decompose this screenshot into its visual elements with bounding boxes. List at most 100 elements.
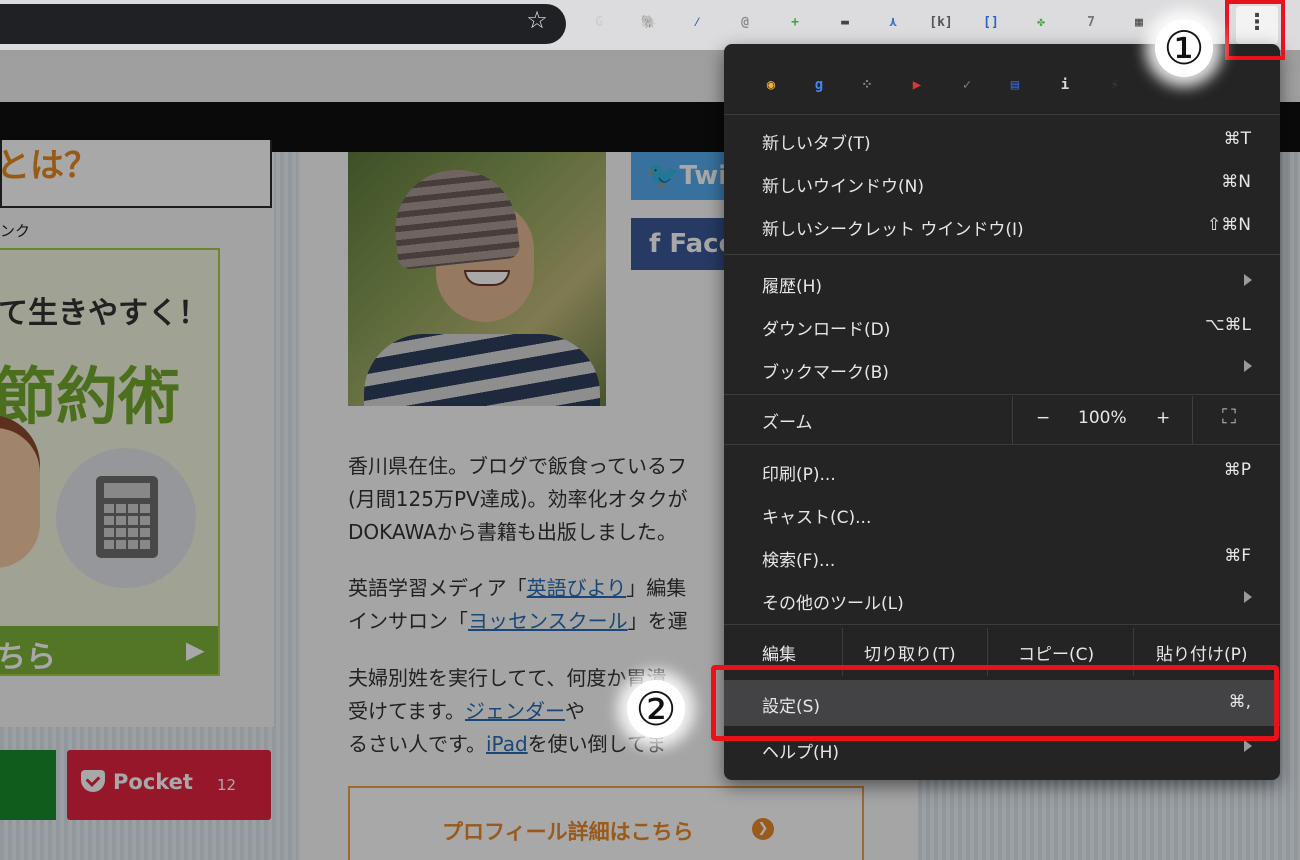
banner-cta-label: ちら bbox=[0, 640, 56, 675]
menu-item[interactable]: その他のツール(L) bbox=[724, 579, 1280, 622]
menu-item-label: ダウンロード(D) bbox=[762, 320, 891, 340]
menu-item[interactable]: ブックマーク(B) bbox=[724, 348, 1280, 391]
step-1-badge: ① bbox=[1155, 19, 1213, 77]
info-extension-icon[interactable]: i bbox=[1052, 72, 1078, 98]
clapper-extension-icon[interactable]: ▦ bbox=[1126, 10, 1152, 36]
bio-text: (月間125万PV達成)。効率化オタクが bbox=[348, 487, 688, 511]
ad-banner[interactable]: て生きやすく！ 節約術 ちら ▶ bbox=[0, 248, 220, 676]
calculator-key bbox=[140, 516, 150, 525]
note-extension-icon[interactable]: @ bbox=[732, 10, 758, 36]
cut-button[interactable]: 切り取り(T) bbox=[864, 640, 956, 665]
bookmark-star-icon[interactable]: ☆ bbox=[522, 5, 552, 35]
menu-separator bbox=[724, 254, 1280, 255]
menu-item-shortcut: ⌥⌘L bbox=[1204, 315, 1251, 335]
bio-link[interactable]: ジェンダー bbox=[465, 699, 565, 723]
calculator-key bbox=[104, 504, 114, 513]
calculator-key bbox=[128, 540, 138, 549]
calculator-key bbox=[128, 504, 138, 513]
calculator-screen bbox=[104, 483, 150, 498]
facebook-follow-button[interactable]: f Face bbox=[631, 218, 731, 270]
share-button-green[interactable] bbox=[0, 750, 56, 820]
highlight-menu-button bbox=[1225, 0, 1285, 60]
tool-extension-icon[interactable]: ⋏ bbox=[880, 10, 906, 36]
menu-item-shortcut: ⌘N bbox=[1221, 172, 1251, 192]
menu-item-shortcut: ⌘P bbox=[1223, 460, 1251, 480]
menu-item-shortcut: ⇧⌘N bbox=[1207, 215, 1251, 235]
calculator-icon bbox=[96, 476, 158, 558]
grid-extension-icon[interactable]: ⁘ bbox=[854, 72, 880, 98]
calculator-key bbox=[140, 528, 150, 537]
zoom-in-button[interactable]: + bbox=[1156, 408, 1170, 428]
step-2-badge: ② bbox=[627, 680, 685, 738]
k-extension-icon[interactable]: [k] bbox=[928, 10, 954, 36]
bio-line: 香川県在住。ブログで飯食っているフ bbox=[348, 450, 728, 482]
bolt-extension-icon[interactable]: ⚡ bbox=[1102, 72, 1128, 98]
submenu-arrow-icon bbox=[1244, 740, 1252, 752]
menu-item-label: その他のツール(L) bbox=[762, 594, 904, 614]
bio-line: 英語学習メディア「英語びより」編集 bbox=[348, 572, 728, 604]
seven-extension-icon[interactable]: 7 bbox=[1078, 10, 1104, 36]
profile-detail-button[interactable]: プロフィール詳細はこちら ❯ bbox=[348, 786, 864, 860]
add-extension-icon[interactable]: + bbox=[782, 10, 808, 36]
bio-text: 香川県在住。ブログで飯食っているフ bbox=[348, 454, 687, 478]
bio-link[interactable]: ヨッセンスクール bbox=[468, 609, 628, 633]
google-extension-icon[interactable]: g bbox=[806, 72, 832, 98]
profile-detail-label: プロフィール詳細はこちら bbox=[442, 820, 694, 844]
highlight-settings-item bbox=[711, 665, 1279, 741]
bio-text: DOKAWAから書籍も出版しました。 bbox=[348, 520, 677, 544]
bio-line: インサロン「ヨッセンスクール」を運 bbox=[348, 605, 728, 637]
menu-item[interactable]: 新しいシークレット ウインドウ(I) ⇧⌘N bbox=[724, 205, 1280, 248]
evernote-extension-icon[interactable]: 🐘 bbox=[636, 10, 662, 36]
menu-separator bbox=[724, 114, 1280, 115]
g-extension-icon[interactable]: G bbox=[586, 10, 612, 36]
bio-text: るさい人です。 bbox=[348, 732, 486, 756]
menu-item[interactable]: 印刷(P)... ⌘P bbox=[724, 450, 1280, 493]
mask-extension-icon[interactable]: ▬ bbox=[832, 10, 858, 36]
menu-item[interactable]: 検索(F)... ⌘F bbox=[724, 536, 1280, 579]
bio-text: 」編集 bbox=[626, 576, 687, 600]
bracket-extension-icon[interactable]: [] bbox=[978, 10, 1004, 36]
pen-extension-icon[interactable]: ⁄ bbox=[684, 10, 710, 36]
bio-link[interactable]: 英語びより bbox=[527, 576, 627, 600]
menu-separator bbox=[724, 444, 1280, 445]
sponsored-link-label: ンク bbox=[0, 222, 31, 240]
menu-item[interactable]: 新しいウインドウ(N) ⌘N bbox=[724, 162, 1280, 205]
twitter-follow-button[interactable]: 🐦Twitt bbox=[631, 152, 731, 200]
author-photo bbox=[348, 152, 606, 406]
menu-item-label: 新しいタブ(T) bbox=[762, 134, 871, 154]
check-extension-icon[interactable]: ✓ bbox=[954, 72, 980, 98]
fullscreen-icon[interactable]: ⛶ bbox=[1222, 404, 1236, 428]
banner-headline: て生きやすく！ bbox=[0, 296, 208, 331]
bio-text: 受けてます。 bbox=[348, 699, 465, 723]
screen-extension-icon[interactable]: ▤ bbox=[1002, 72, 1028, 98]
menu-item[interactable]: 新しいタブ(T) ⌘T bbox=[724, 119, 1280, 162]
menu-item[interactable]: 履歴(H) bbox=[724, 262, 1280, 305]
photo-shirt bbox=[364, 334, 600, 406]
paste-button[interactable]: 貼り付け(P) bbox=[1156, 640, 1248, 665]
menu-vertical-separator bbox=[1192, 396, 1193, 444]
calculator-key bbox=[116, 504, 126, 513]
browser-toolbar: ☆ G 🐘 ⁄ @ + ▬ ⋏ [k][] ✤ 7 ▦ ⋮ bbox=[0, 0, 1300, 50]
menu-item[interactable]: キャスト(C)... bbox=[724, 493, 1280, 536]
section-heading-box: とは？ bbox=[0, 140, 272, 208]
menu-item-label: 印刷(P)... bbox=[762, 465, 836, 485]
banner-cta-bar[interactable]: ちら ▶ bbox=[0, 626, 218, 675]
menu-separator bbox=[724, 394, 1280, 395]
pocket-share-button[interactable]: Pocket 12 bbox=[67, 750, 271, 820]
zoom-out-button[interactable]: − bbox=[1036, 408, 1050, 428]
calculator-key bbox=[116, 528, 126, 537]
copy-button[interactable]: コピー(C) bbox=[1018, 640, 1094, 665]
calculator-key bbox=[128, 528, 138, 537]
bio-link[interactable]: iPad bbox=[486, 732, 528, 756]
pocket-icon bbox=[81, 770, 105, 792]
play-arrow-icon: ▶ bbox=[186, 636, 205, 664]
compass-extension-icon[interactable]: ◉ bbox=[758, 72, 784, 98]
play-extension-icon[interactable]: ▶ bbox=[904, 72, 930, 98]
bio-line: DOKAWAから書籍も出版しました。 bbox=[348, 516, 728, 548]
address-bar[interactable] bbox=[0, 4, 566, 44]
bio-text: 」を運 bbox=[627, 609, 688, 633]
menu-item[interactable]: ダウンロード(D) ⌥⌘L bbox=[724, 305, 1280, 348]
menu-item-label: 新しいシークレット ウインドウ(I) bbox=[762, 220, 1024, 240]
puzzle-extension-icon[interactable]: ✤ bbox=[1028, 10, 1054, 36]
menu-item-shortcut: ⌘T bbox=[1223, 129, 1251, 149]
